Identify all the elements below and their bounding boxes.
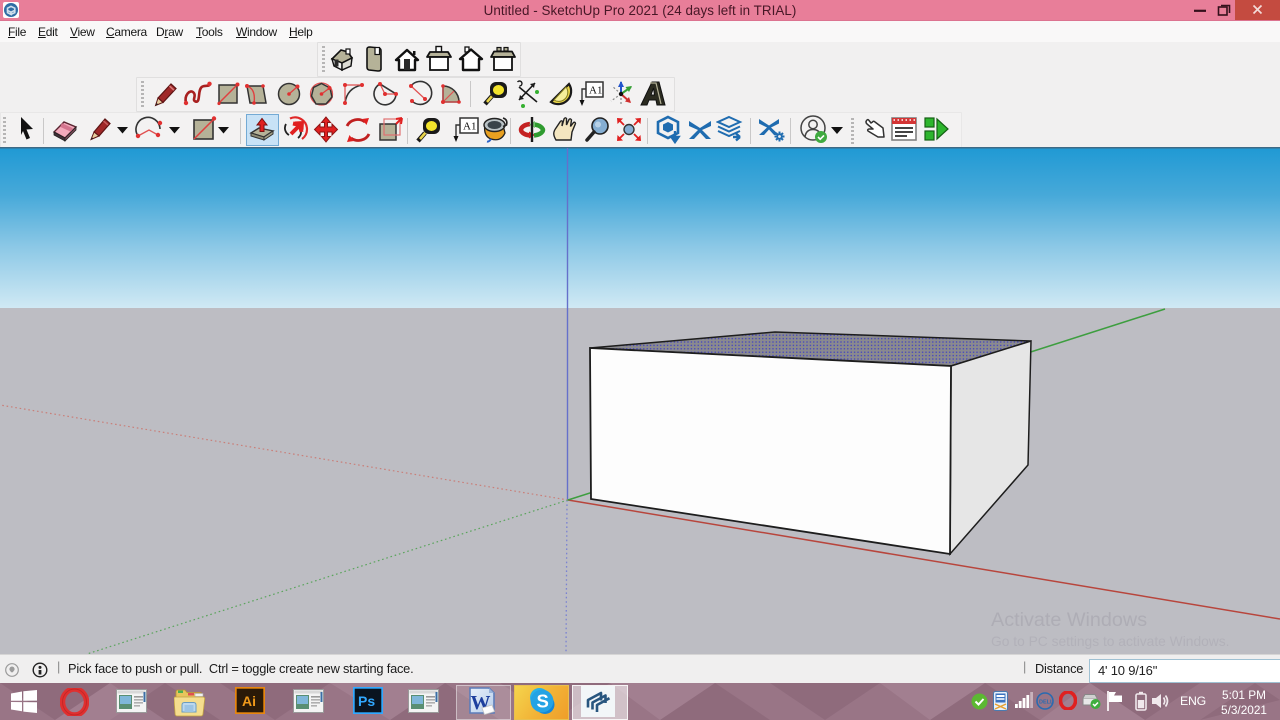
svg-text:A1: A1 xyxy=(589,85,602,97)
svg-text:Ps: Ps xyxy=(358,693,375,709)
svg-text:Activate Windows: Activate Windows xyxy=(991,609,1147,631)
svg-text:DELL: DELL xyxy=(1039,700,1054,706)
svg-text:A1: A1 xyxy=(463,121,476,133)
svg-text:Go to PC settings to activate: Go to PC settings to activate Windows. xyxy=(991,634,1229,649)
svg-text:S: S xyxy=(537,691,549,712)
svg-text:Ai: Ai xyxy=(242,693,256,709)
